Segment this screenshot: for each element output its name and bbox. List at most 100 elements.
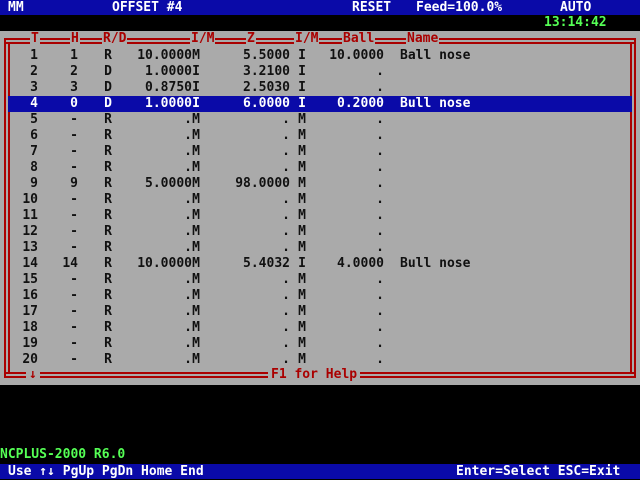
table-row[interactable]: 3 3 D 0.8750 I 2.5030 I.	[8, 80, 632, 96]
feed-override: Feed=100.0%	[416, 0, 503, 15]
cell-units-2: I	[298, 48, 306, 63]
cell-height: 1	[70, 48, 78, 63]
table-row[interactable]: 15- R. M. M.	[8, 272, 632, 288]
bottom-help-bar: Use ↑↓ PgUp PgDn Home End Enter=Select E…	[0, 464, 640, 479]
cell-radius-diameter: R	[104, 192, 112, 207]
table-row[interactable]: 20- R. M. M.	[8, 352, 632, 368]
table-row[interactable]: 8-R.M.M.	[8, 160, 632, 176]
header-ball: Ball	[342, 31, 376, 46]
cell-units-1: M	[192, 256, 200, 271]
cell-units-1: M	[192, 192, 200, 207]
table-row[interactable]: 11- R. M. M.	[8, 208, 632, 224]
header-units-1: I/M	[190, 31, 216, 46]
cell-units-2: M	[298, 144, 306, 159]
header-z: Z	[246, 31, 256, 46]
cell-z: .	[282, 160, 290, 175]
header-units-2: I/M	[294, 31, 320, 46]
cell-ball: .	[376, 80, 384, 95]
navigation-hint: Use ↑↓ PgUp PgDn Home End	[8, 464, 204, 479]
scroll-down-icon[interactable]: ↓	[26, 368, 40, 382]
cell-tool: 19	[22, 336, 38, 351]
cell-ball: .	[376, 352, 384, 367]
cell-z: .	[282, 208, 290, 223]
cell-z: .	[282, 304, 290, 319]
table-row[interactable]: 13- R. M. M.	[8, 240, 632, 256]
cell-z: 2.5030	[243, 80, 290, 95]
table-row[interactable]: 10- R. M. M.	[8, 192, 632, 208]
cell-ball: .	[376, 208, 384, 223]
cell-tool: 1	[30, 48, 38, 63]
table-row[interactable]: 19- R. M. M.	[8, 336, 632, 352]
cell-diameter: 10.0000	[137, 48, 192, 63]
table-row[interactable]: 5-R.M.M.	[8, 112, 632, 128]
cell-ball: .	[376, 64, 384, 79]
cell-diameter: 1.0000	[145, 64, 192, 79]
cell-diameter: .	[184, 288, 192, 303]
cell-diameter: .	[184, 320, 192, 335]
table-row[interactable]: 16- R. M. M.	[8, 288, 632, 304]
table-row[interactable]: 7-R.M.M.	[8, 144, 632, 160]
table-row[interactable]: 14 14 R 10.0000 M 5.4032 I 4.0000 Bull nose	[8, 256, 632, 272]
cell-tool: 16	[22, 288, 38, 303]
cell-height: -	[70, 272, 78, 287]
cell-diameter: .	[184, 144, 192, 159]
cell-z: 98.0000	[235, 176, 290, 191]
cell-units-2: M	[298, 128, 306, 143]
table-row[interactable]: 6-R.M.M.	[8, 128, 632, 144]
cell-ball: 4.0000	[337, 256, 384, 271]
screen-title: OFFSET #4	[112, 0, 183, 15]
cell-height: -	[70, 128, 78, 143]
table-row[interactable]: 9 9 R 5.0000 M 98.0000 M.	[8, 176, 632, 192]
table-row[interactable]: 17- R. M. M.	[8, 304, 632, 320]
cell-units-1: M	[192, 48, 200, 63]
cell-tool: 20	[22, 352, 38, 367]
cell-ball: .	[376, 128, 384, 143]
table-row-selected[interactable]: 4 0 D 1.0000 I 6.0000 I 0.2000 Bull nose	[8, 96, 632, 112]
action-hint: Enter=Select ESC=Exit	[456, 464, 621, 479]
cell-height: -	[70, 304, 78, 319]
cell-height: -	[70, 144, 78, 159]
cell-height: 9	[70, 176, 78, 191]
cell-height: -	[70, 352, 78, 367]
cell-radius-diameter: R	[104, 208, 112, 223]
table-row[interactable]: 18- R. M. M.	[8, 320, 632, 336]
cell-units-1: M	[192, 224, 200, 239]
cell-units-1: M	[192, 272, 200, 287]
cell-z: 5.4032	[243, 256, 290, 271]
cell-ball: .	[376, 304, 384, 319]
cell-ball: 10.0000	[329, 48, 384, 63]
cell-units-1: I	[192, 64, 200, 79]
cell-z: .	[282, 144, 290, 159]
cell-height: -	[70, 160, 78, 175]
cell-height: 2	[70, 64, 78, 79]
cell-tool: 3	[30, 80, 38, 95]
cell-name: Bull nose	[400, 96, 471, 111]
cell-units-1: M	[192, 320, 200, 335]
cell-z: .	[282, 224, 290, 239]
cell-units-2: M	[298, 336, 306, 351]
cell-radius-diameter: R	[104, 112, 112, 127]
cell-units-1: M	[192, 304, 200, 319]
cell-ball: 0.2000	[337, 96, 384, 111]
cell-units-2: I	[298, 256, 306, 271]
cell-z: .	[282, 112, 290, 127]
cell-z: .	[282, 272, 290, 287]
cell-height: -	[70, 208, 78, 223]
cell-ball: .	[376, 288, 384, 303]
cell-name: Bull nose	[400, 256, 471, 271]
table-row[interactable]: 2 2 D 1.0000 I 3.2100 I.	[8, 64, 632, 80]
table-row[interactable]: 12- R. M. M.	[8, 224, 632, 240]
cell-z: 6.0000	[243, 96, 290, 111]
header-radius-diameter: R/D	[102, 31, 128, 46]
cell-tool: 7	[30, 144, 38, 159]
cell-units-2: M	[298, 288, 306, 303]
cell-radius-diameter: R	[104, 272, 112, 287]
cell-z: 5.5000	[243, 48, 290, 63]
cell-z: .	[282, 352, 290, 367]
table-row[interactable]: 1 1 R 10.0000 M 5.5000 I 10.0000 Ball nose	[8, 48, 632, 64]
top-status-bar: MM OFFSET #4 RESET Feed=100.0% AUTO	[0, 0, 640, 15]
cell-tool: 2	[30, 64, 38, 79]
cell-tool: 13	[22, 240, 38, 255]
cell-diameter: .	[184, 192, 192, 207]
cell-tool: 10	[22, 192, 38, 207]
